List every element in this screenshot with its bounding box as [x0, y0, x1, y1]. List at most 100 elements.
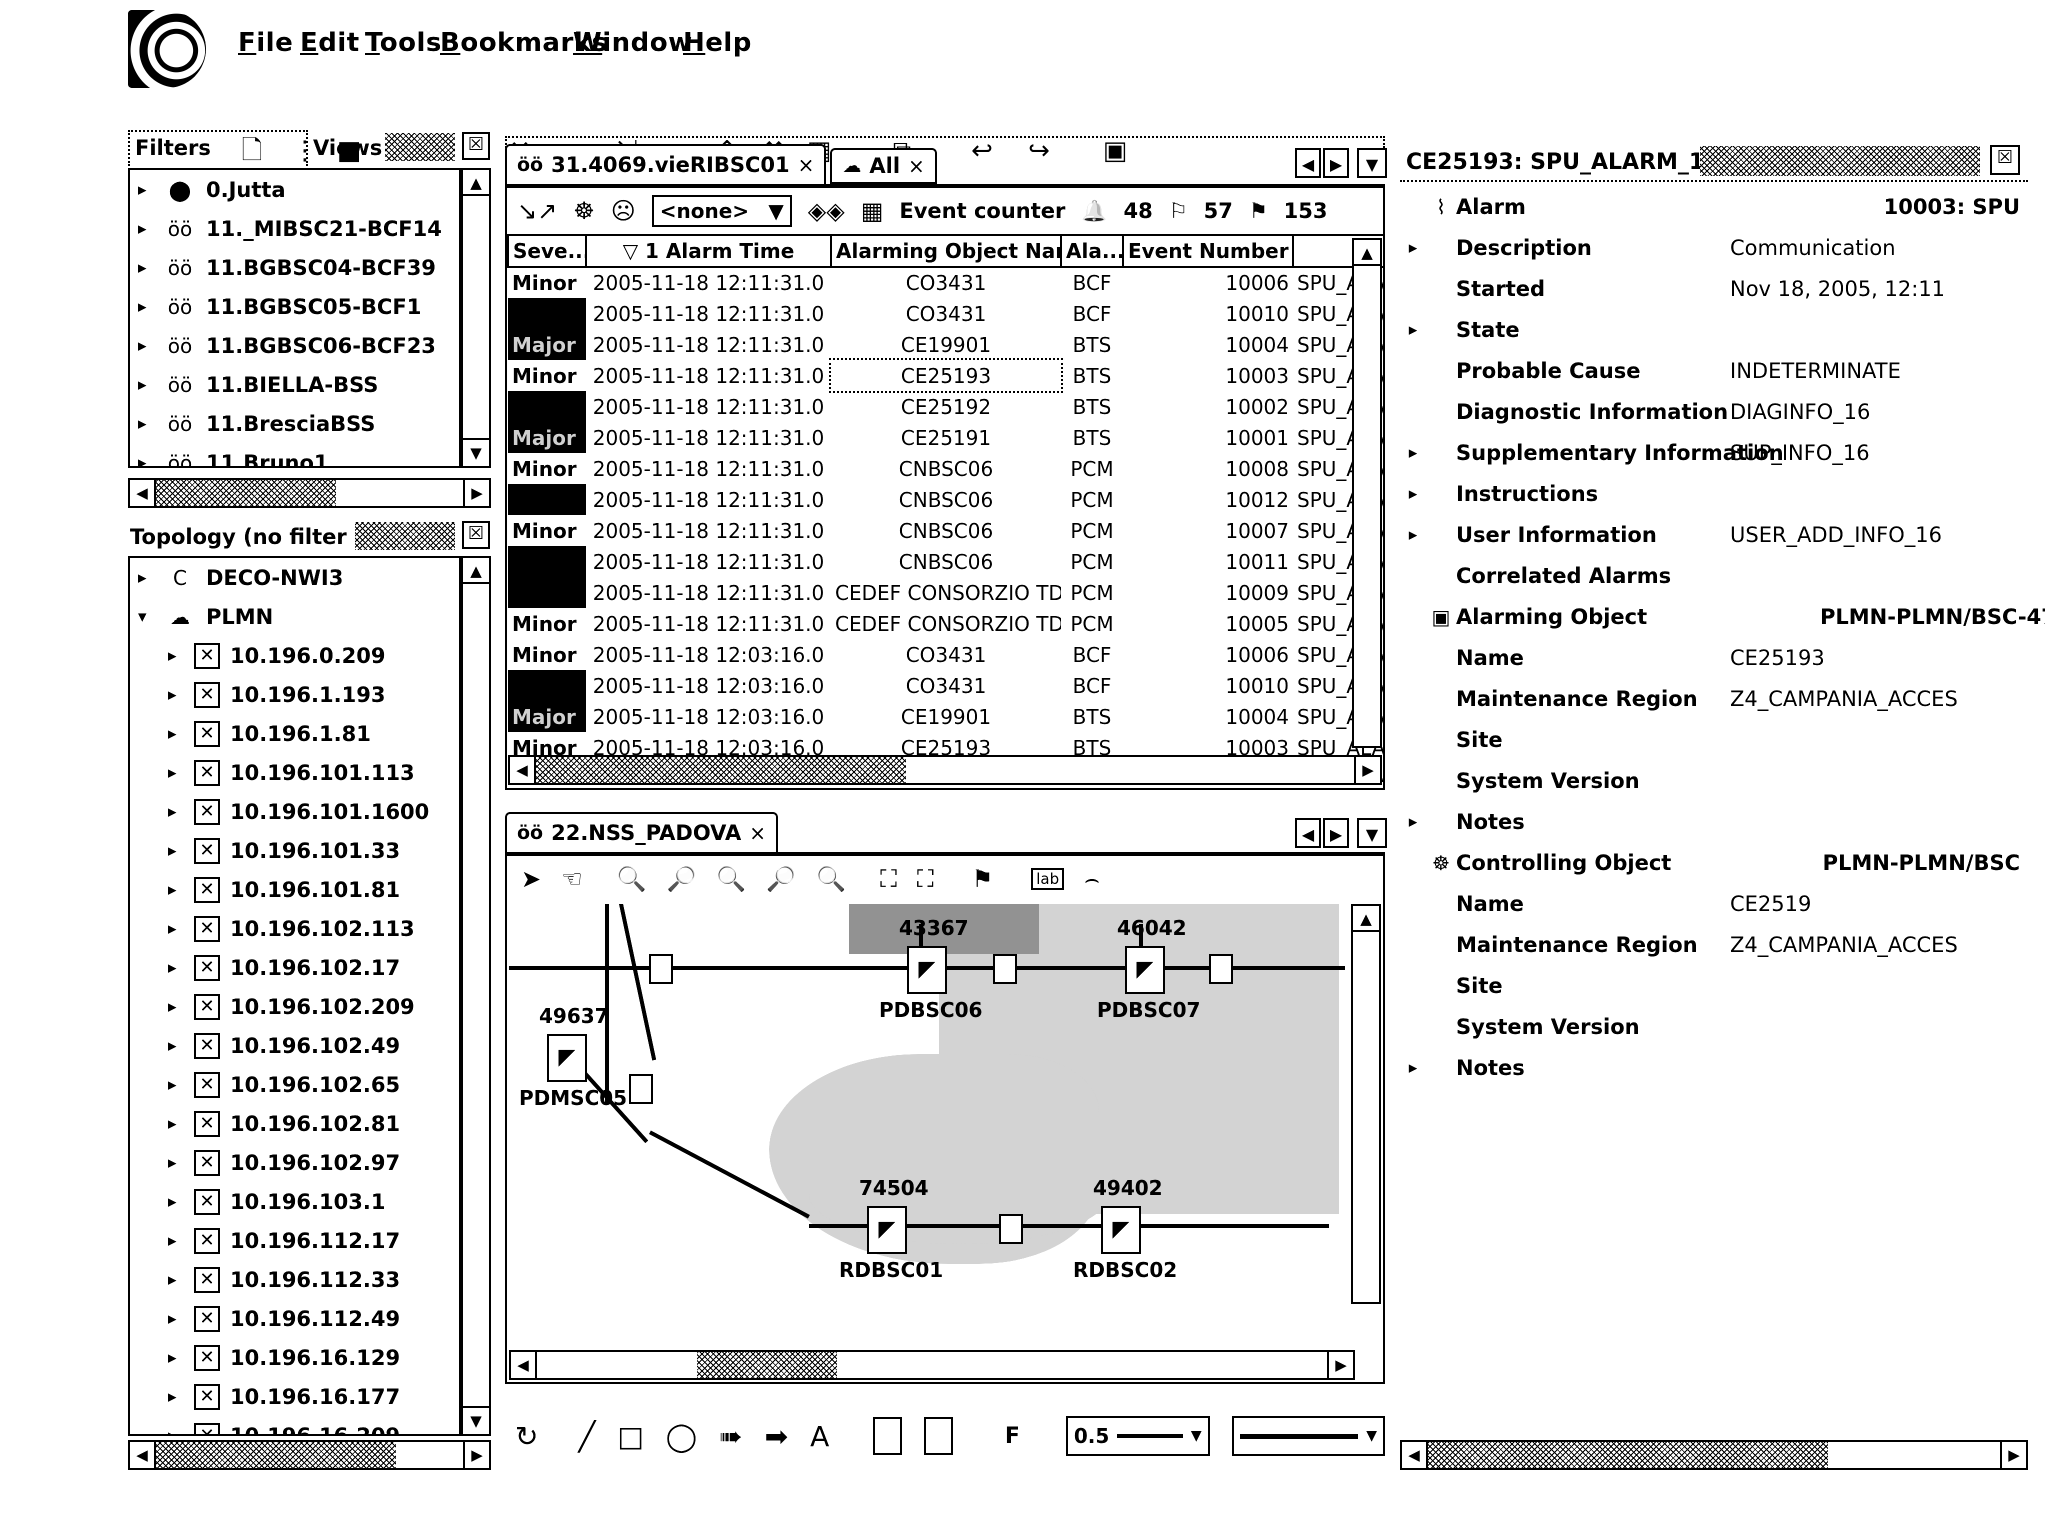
twisty-icon[interactable]: ▸	[168, 1387, 184, 1407]
topology-tree-item[interactable]: ▸ ✕ 10.196.16.209	[130, 1416, 459, 1435]
twisty-icon[interactable]: ▾	[138, 607, 154, 627]
twisty-icon[interactable]: ▸	[1400, 320, 1426, 340]
twisty-icon[interactable]: ▸	[138, 297, 154, 317]
detail-scroll-right-icon[interactable]: ▶	[2000, 1442, 2026, 1468]
topology-tree[interactable]: ▸ C DECO-NWI3 ▾ ☁ PLMN ▸ ✕ 10.196.0.209 ▸ ✕ 10.196.…	[128, 556, 461, 1436]
alarm-view-icon[interactable]: ⚑	[972, 865, 994, 893]
twisty-icon[interactable]: ▸	[138, 258, 154, 278]
topology-tree-item[interactable]: ▸ ✕ 10.196.112.17	[130, 1221, 459, 1260]
alarm-scroll-right-icon[interactable]: ▶	[1354, 757, 1380, 783]
line-style-select[interactable]: ▼	[1231, 1416, 1385, 1456]
topology-scroll-up-icon[interactable]: ▲	[463, 558, 489, 584]
twisty-icon[interactable]: ▸	[168, 919, 184, 939]
twisty-icon[interactable]: ▸	[1400, 812, 1426, 832]
twisty-icon[interactable]: ▸	[168, 1192, 184, 1212]
polygon-tool-icon[interactable]: ➠	[719, 1420, 742, 1453]
select-arrow-icon[interactable]: ➤	[521, 865, 541, 893]
topology-tree-item[interactable]: ▸ ✕ 10.196.101.1600	[130, 792, 459, 831]
pan-hand-icon[interactable]: ☜	[561, 865, 583, 893]
topology-tree-item[interactable]: ▸ ✕ 10.196.112.49	[130, 1299, 459, 1338]
topology-tree-item[interactable]: ▸ ✕ 10.196.102.49	[130, 1026, 459, 1065]
topology-tree-item[interactable]: ▸ ✕ 10.196.1.81	[130, 714, 459, 753]
filters-scroll-up-icon[interactable]: ▲	[463, 170, 489, 196]
twisty-icon[interactable]: ▸	[138, 568, 154, 588]
map-node[interactable]	[993, 954, 1017, 984]
map-node[interactable]	[649, 954, 673, 984]
filters-hscroll-thumb[interactable]	[156, 480, 336, 506]
map-tab[interactable]: öö 22.NSS_PADOVA ×	[505, 812, 778, 852]
menu-tools[interactable]: Tools	[365, 28, 442, 58]
alarm-tab-prev-icon[interactable]: ◀	[1295, 148, 1321, 178]
filters-scroll-down-icon[interactable]: ▼	[463, 438, 489, 464]
topology-tree-item[interactable]: ▸ ✕ 10.196.102.113	[130, 909, 459, 948]
filters-tree-item[interactable]: ▸ ⬤ 0.Jutta	[130, 170, 459, 209]
twisty-icon[interactable]: ▸	[1400, 525, 1426, 545]
alarm-col-time[interactable]: ▽ 1 Alarm Time	[585, 234, 832, 268]
grid-icon[interactable]: ▦	[861, 197, 884, 225]
alarm-table[interactable]: Seve...▽ 1 Alarm TimeAlarming Object Nam…	[507, 234, 1383, 782]
map-node[interactable]: ◤	[867, 1206, 907, 1254]
topology-tree-item[interactable]: ▸ ✕ 10.196.101.81	[130, 870, 459, 909]
page-portrait-icon[interactable]	[873, 1417, 903, 1455]
topology-close-icon[interactable]	[462, 521, 490, 549]
topology-hscroll-thumb[interactable]	[156, 1442, 396, 1468]
twisty-icon[interactable]: ▸	[168, 997, 184, 1017]
group-icon[interactable]: ◈◈	[808, 197, 845, 225]
alarm-row[interactable]: Minor 2005-11-18 12:11:31.0 CEDEF CONSORZI…	[508, 608, 1383, 639]
twisty-icon[interactable]: ▸	[138, 453, 154, 467]
filters-tree-item[interactable]: ▸ öö 11.BresciaBSS	[130, 404, 459, 443]
map-tab-next-icon[interactable]: ▶	[1323, 818, 1349, 848]
twisty-icon[interactable]: ▸	[168, 646, 184, 666]
zoom-in-icon[interactable]: 🔍	[617, 865, 647, 893]
detail-row[interactable]: ▸ Supplementary Information SUP_INFO_16	[1400, 432, 2045, 473]
alarm-row[interactable]: Minor 2005-11-18 12:11:31.0 CO3431 BCF 10006…	[508, 267, 1383, 298]
alarm-hscrollbar[interactable]: ◀ ▶	[508, 755, 1382, 785]
detail-hscrollbar[interactable]: ◀ ▶	[1400, 1440, 2028, 1470]
alarm-row[interactable]: 2005-11-18 12:11:31.0 CE25192 BTS 10002 SPU_…	[508, 391, 1383, 422]
page-landscape-icon[interactable]	[924, 1417, 953, 1455]
zoom-region-icon[interactable]: 🔎	[766, 865, 796, 893]
twisty-icon[interactable]: ▸	[1400, 238, 1426, 258]
topology-tree-item[interactable]: ▸ ✕ 10.196.0.209	[130, 636, 459, 675]
twisty-icon[interactable]: ▸	[168, 1426, 184, 1435]
map-hscroll-thumb[interactable]	[697, 1352, 837, 1378]
detail-hscroll-thumb[interactable]	[1428, 1442, 1828, 1468]
alarm-vscrollbar[interactable]: ▲	[1352, 238, 1382, 748]
alarm-row[interactable]: 2005-11-18 12:11:31.0 CEDEF CONSORZIO TD-…	[508, 577, 1383, 608]
topology-tree-item[interactable]: ▸ ✕ 10.196.102.209	[130, 987, 459, 1026]
twisty-icon[interactable]: ▸	[138, 375, 154, 395]
detail-row[interactable]: ▸ Instructions	[1400, 473, 2045, 514]
map-node[interactable]: ◤	[1101, 1206, 1141, 1254]
map-node[interactable]	[629, 1074, 653, 1104]
topology-vscrollbar[interactable]: ▲ ▼	[461, 556, 491, 1436]
search-clear-icon[interactable]: ☹	[611, 197, 636, 225]
detail-row[interactable]: ▸ State	[1400, 309, 2045, 350]
twisty-icon[interactable]: ▸	[168, 763, 184, 783]
topology-tree-item[interactable]: ▸ ✕ 10.196.112.33	[130, 1260, 459, 1299]
map-hscrollbar[interactable]: ◀ ▶	[509, 1350, 1355, 1380]
detail-row[interactable]: Maintenance Region Z4_CAMPANIA_ACCES	[1400, 924, 2045, 965]
filters-hscrollbar[interactable]: ◀ ▶	[128, 478, 491, 508]
alarm-row[interactable]: Minor 2005-11-18 12:11:31.0 CNBSC06 PCM 1000…	[508, 515, 1383, 546]
alarm-tab[interactable]: öö 31.4069.vieRIBSC01 ×	[505, 144, 827, 184]
twisty-icon[interactable]: ▸	[168, 1270, 184, 1290]
detail-row[interactable]: Diagnostic Information DIAGINFO_16	[1400, 391, 2045, 432]
twisty-icon[interactable]: ▸	[1400, 484, 1426, 504]
polyline-tool-icon[interactable]: ➡	[765, 1420, 788, 1453]
alarm-tabstrip[interactable]: öö 31.4069.vieRIBSC01 × ☁ All ×	[505, 142, 1385, 186]
map-scroll-thumb[interactable]	[1353, 932, 1379, 1012]
detail-row[interactable]: System Version	[1400, 760, 2045, 801]
label-icon[interactable]: lab	[1031, 868, 1065, 890]
detail-row[interactable]: Name CE2519	[1400, 883, 2045, 924]
filters-scroll-left-icon[interactable]: ◀	[130, 480, 156, 506]
map-scroll-up-icon[interactable]: ▲	[1353, 906, 1379, 932]
menu-file[interactable]: File	[238, 28, 293, 58]
filters-tree-item[interactable]: ▸ öö 11._MIBSC21-BCF14	[130, 209, 459, 248]
topology-tree-item[interactable]: ▸ ✕ 10.196.102.81	[130, 1104, 459, 1143]
filters-scroll-right-icon[interactable]: ▶	[463, 480, 489, 506]
twisty-icon[interactable]: ▸	[168, 1114, 184, 1134]
twisty-icon[interactable]: ▸	[168, 1075, 184, 1095]
line-tool-icon[interactable]: ╱	[578, 1420, 595, 1453]
zoom-reset-icon[interactable]: 🔍	[716, 865, 746, 893]
ellipse-tool-icon[interactable]: ◯	[666, 1420, 697, 1453]
